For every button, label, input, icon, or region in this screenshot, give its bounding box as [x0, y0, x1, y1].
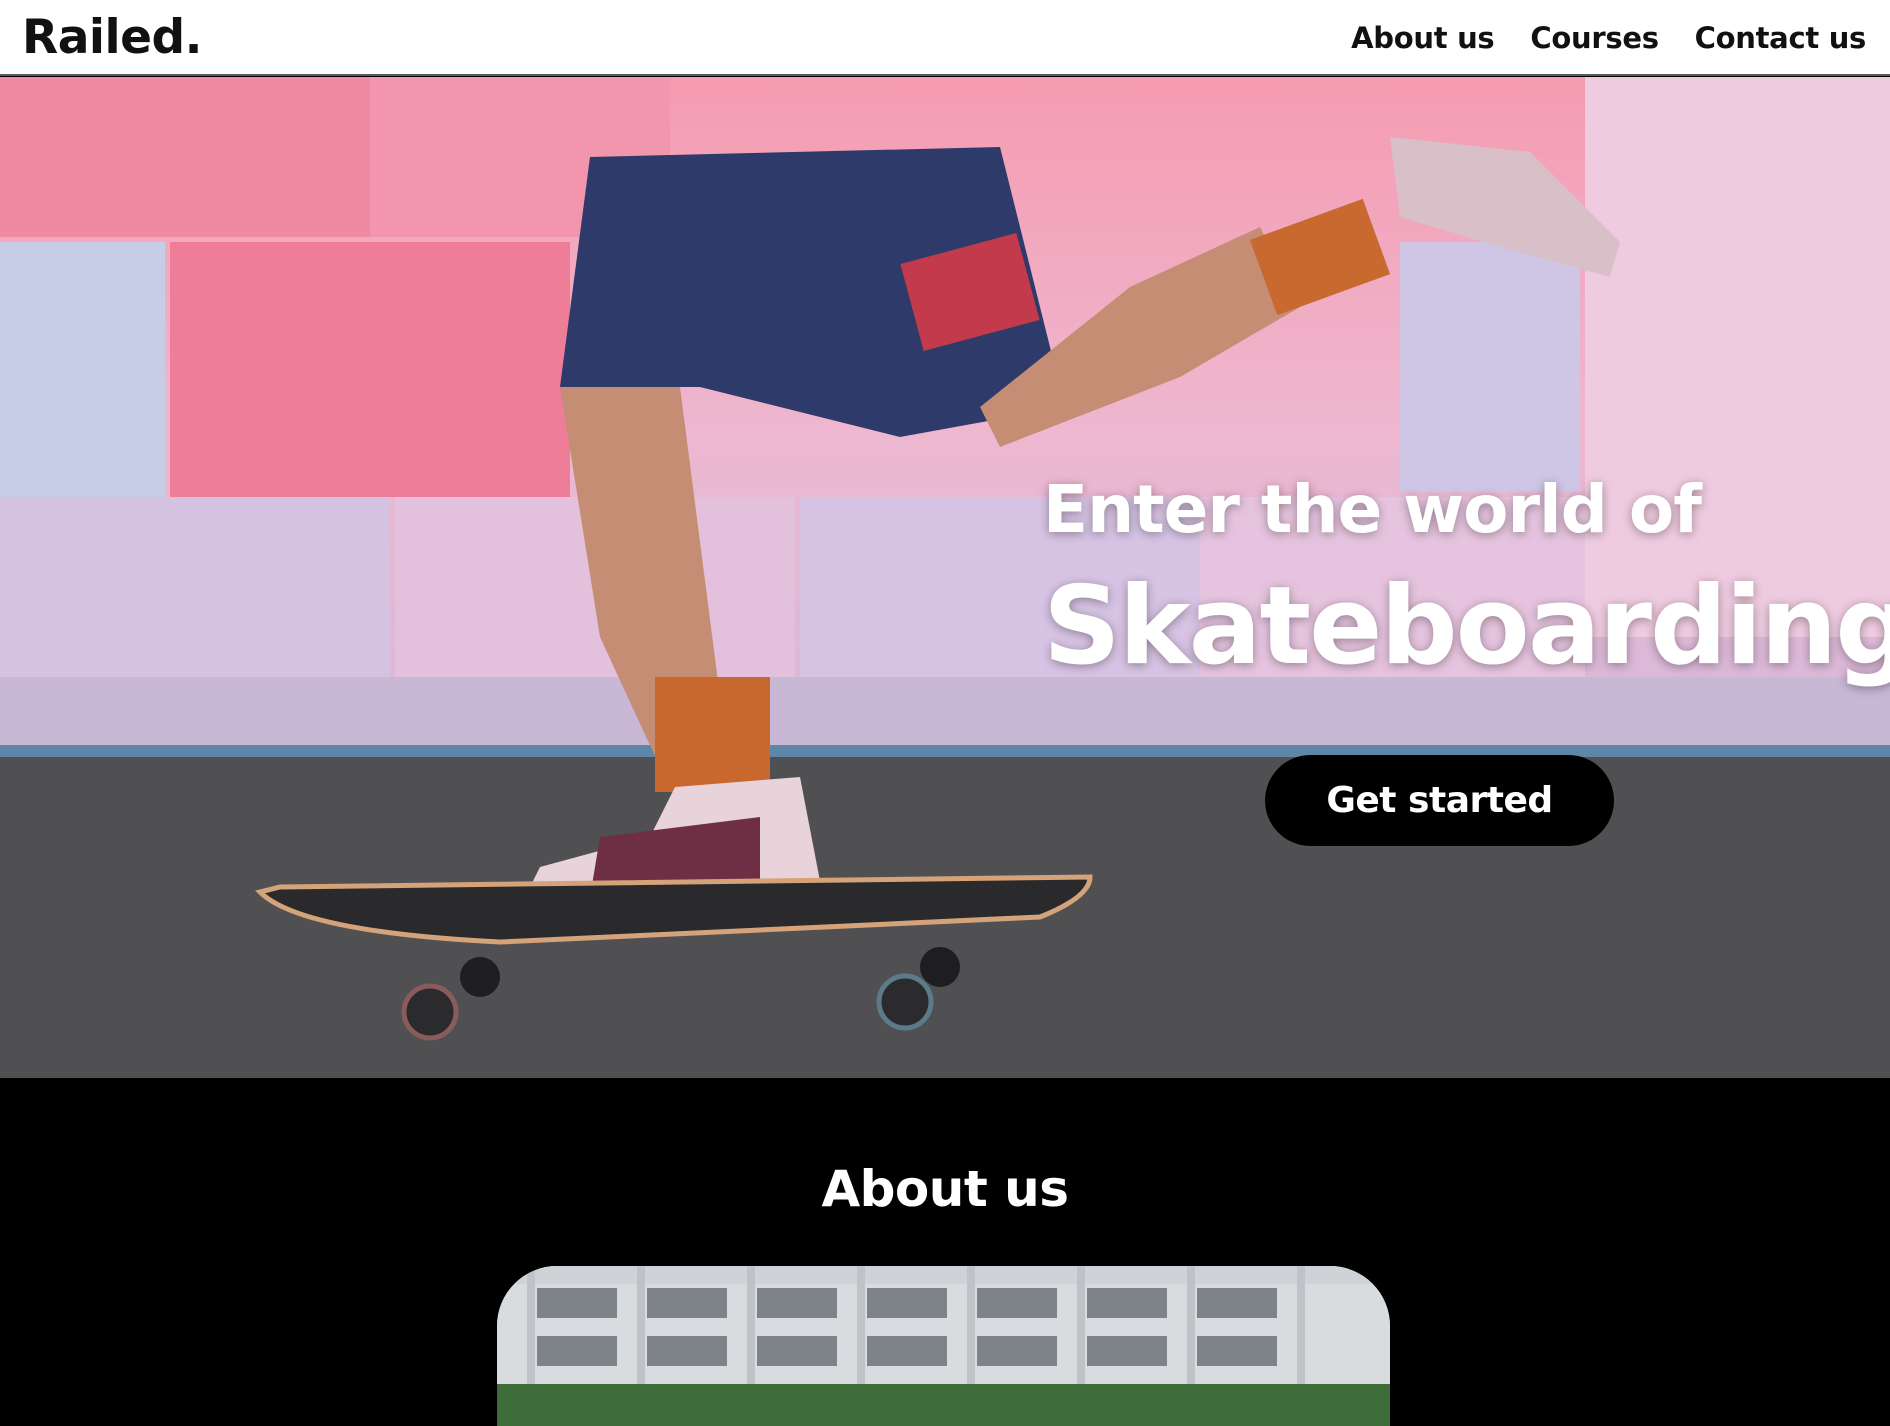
about-image: [497, 1266, 1390, 1426]
hero-section: Enter the world of Skateboarding Get sta…: [0, 77, 1890, 1078]
get-started-button[interactable]: Get started: [1265, 755, 1614, 846]
site-header: Railed. About us Courses Contact us: [0, 0, 1890, 76]
about-section: About us: [0, 1078, 1890, 1426]
main-nav: About us Courses Contact us: [1351, 21, 1866, 55]
about-heading: About us: [821, 1160, 1069, 1218]
hero-heading-line2: Skateboarding: [1043, 564, 1890, 689]
nav-link-courses[interactable]: Courses: [1530, 21, 1659, 55]
hero-heading: Enter the world of Skateboarding: [1043, 477, 1890, 681]
building-image: [497, 1266, 1390, 1426]
brand-logo[interactable]: Railed.: [22, 14, 203, 61]
nav-link-about[interactable]: About us: [1351, 21, 1495, 55]
hero-heading-line1: Enter the world of: [1043, 471, 1702, 548]
nav-link-contact[interactable]: Contact us: [1695, 21, 1867, 55]
